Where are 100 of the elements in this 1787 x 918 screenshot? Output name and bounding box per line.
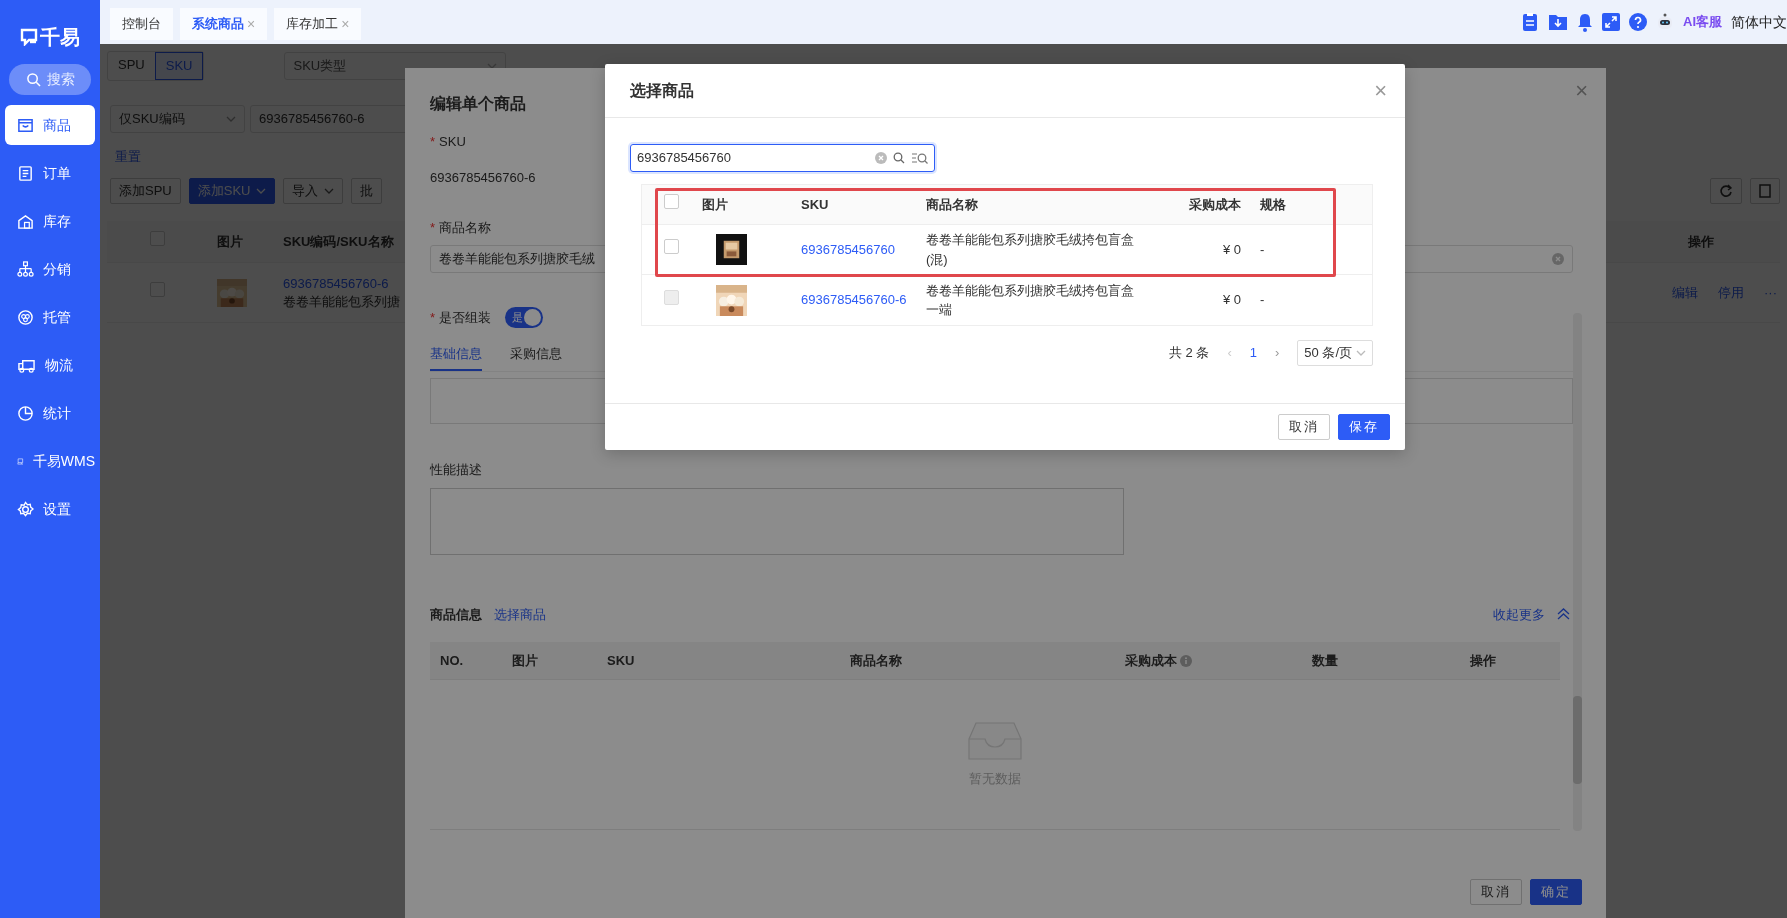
section-tab[interactable]: 基础信息 <box>430 344 482 371</box>
page-tab[interactable]: 系统商品 × <box>180 8 268 40</box>
pie-chart-icon <box>17 404 34 422</box>
store-icon <box>17 116 34 134</box>
product-name: 卷卷羊能能包系列搪 <box>283 293 400 309</box>
collapse-link[interactable]: 收起更多 <box>1493 604 1545 624</box>
language-selector[interactable]: 简体中文 <box>1731 11 1787 33</box>
column-header: SKU <box>801 196 829 212</box>
field-label: 商品名称 <box>439 219 492 235</box>
checkbox[interactable] <box>664 194 679 210</box>
section-title: 商品信息 <box>430 605 482 624</box>
spec-value: - <box>1260 241 1265 257</box>
total-count: 共 2 条 <box>1168 344 1210 363</box>
view-toggle[interactable]: SPU <box>108 52 155 80</box>
chevron-down-icon <box>1356 348 1366 358</box>
column-header: SKU编码/SKU名称 <box>283 233 394 249</box>
circle-dots-icon <box>17 308 34 326</box>
close-icon[interactable]: × <box>247 13 256 35</box>
action-button[interactable]: 导入 <box>283 178 344 204</box>
column-header: SKU <box>607 651 635 670</box>
search-icon <box>25 72 41 87</box>
product-name: 卷卷羊能能包系列搪胶毛绒挎包盲盒(混) <box>926 232 1134 267</box>
assistant-link[interactable]: AI客服 <box>1683 12 1722 32</box>
column-header: 商品名称 <box>926 196 978 212</box>
column-header: 图片 <box>217 233 243 249</box>
save-button[interactable]: 保存 <box>1338 414 1390 440</box>
logo-icon <box>20 28 38 46</box>
column-header: NO. <box>440 651 464 670</box>
sidebar-item[interactable]: 统计 <box>5 393 95 433</box>
house-icon <box>17 212 34 230</box>
search-input[interactable]: 6936785456760 <box>630 144 935 172</box>
robot-icon[interactable] <box>1656 13 1674 31</box>
cost-value: ¥ 0 <box>1222 292 1241 308</box>
refresh-button[interactable] <box>1710 178 1742 204</box>
required-mark: * <box>430 219 436 235</box>
help-icon[interactable] <box>1629 13 1647 31</box>
clear-icon[interactable] <box>1552 253 1564 265</box>
sku-link[interactable]: 6936785456760 <box>801 241 895 257</box>
cancel-button[interactable]: 取消 <box>1278 414 1330 440</box>
product-name: 卷卷羊能能包系列搪胶毛绒挎包盲盒一端 <box>926 282 1134 317</box>
filter-search-icon[interactable] <box>911 151 928 165</box>
spec-value: - <box>1260 292 1265 308</box>
chevron-down-icon <box>226 114 236 124</box>
column-header: 采购成本 <box>1189 196 1241 212</box>
folder-download-icon[interactable] <box>1548 13 1568 31</box>
confirm-button[interactable]: 确定 <box>1530 879 1582 905</box>
field-label: SKU <box>439 134 466 149</box>
column-header: 操作 <box>1688 233 1714 249</box>
page-tab[interactable]: 库存加工 × <box>274 8 362 40</box>
column-header: 商品名称 <box>850 651 902 670</box>
settings-icon <box>17 500 34 518</box>
column-header: 采购成本 <box>1125 651 1177 670</box>
sidebar-item[interactable]: 库存 <box>5 201 95 241</box>
page-number[interactable]: 1 <box>1249 343 1257 363</box>
description-textarea[interactable] <box>430 487 1124 555</box>
close-button[interactable]: × <box>1571 80 1592 102</box>
sidebar-item[interactable]: 千易WMS <box>5 441 95 481</box>
fullscreen-icon[interactable] <box>1602 13 1620 31</box>
clear-icon[interactable] <box>875 152 887 164</box>
cost-value: ¥ 0 <box>1222 241 1241 257</box>
scrollbar[interactable] <box>1573 313 1582 831</box>
required-mark: * <box>430 134 436 149</box>
double-chevron-up-icon[interactable] <box>1557 608 1570 621</box>
bell-icon[interactable] <box>1577 12 1593 32</box>
search-mode-select[interactable]: 仅SKU编码 <box>110 105 245 133</box>
field-value: 6936785456760-6 <box>430 168 536 187</box>
document-icon <box>17 164 34 182</box>
search-icon[interactable] <box>893 152 905 164</box>
clipboard-icon[interactable] <box>1521 12 1539 32</box>
section-tab[interactable]: 采购信息 <box>510 344 562 371</box>
page-size-select[interactable]: 50 条/页 <box>1297 340 1373 366</box>
info-icon[interactable] <box>1180 654 1192 667</box>
sidebar-item[interactable]: 托管 <box>5 297 95 337</box>
sidebar-item[interactable]: 订单 <box>5 153 95 193</box>
column-header: 操作 <box>1469 651 1496 670</box>
square-icon <box>1759 184 1771 198</box>
select-goods-link[interactable]: 选择商品 <box>494 604 546 624</box>
column-header: 规格 <box>1260 196 1286 212</box>
action-button[interactable]: 批 <box>351 178 383 204</box>
column-settings-button[interactable] <box>1750 178 1780 204</box>
dialog-title: 选择商品 <box>630 80 694 101</box>
panel-title: 编辑单个商品 <box>430 94 526 114</box>
column-header: 图片 <box>702 196 728 212</box>
close-icon[interactable]: × <box>341 13 350 35</box>
sidebar-item[interactable]: 商品 <box>5 105 95 145</box>
cancel-button[interactable]: 取消 <box>1470 879 1522 905</box>
field-label: 是否组装 <box>439 309 492 325</box>
checkbox[interactable] <box>664 239 679 255</box>
action-button[interactable]: 添加SPU <box>110 178 181 204</box>
toggle-switch[interactable]: 是 <box>505 307 544 328</box>
sidebar-item[interactable]: 物流 <box>5 345 95 385</box>
refresh-icon <box>1719 184 1733 198</box>
next-page-button[interactable]: › <box>1274 343 1280 363</box>
field-label: 性能描述 <box>430 460 482 479</box>
sidebar-item[interactable]: 分销 <box>5 249 95 289</box>
search-button[interactable]: 搜索 <box>9 64 91 95</box>
org-chart-icon <box>17 260 34 278</box>
close-button[interactable]: × <box>1370 79 1391 102</box>
sidebar-item[interactable]: 设置 <box>5 489 95 529</box>
page-tab[interactable]: 控制台 <box>110 8 173 40</box>
